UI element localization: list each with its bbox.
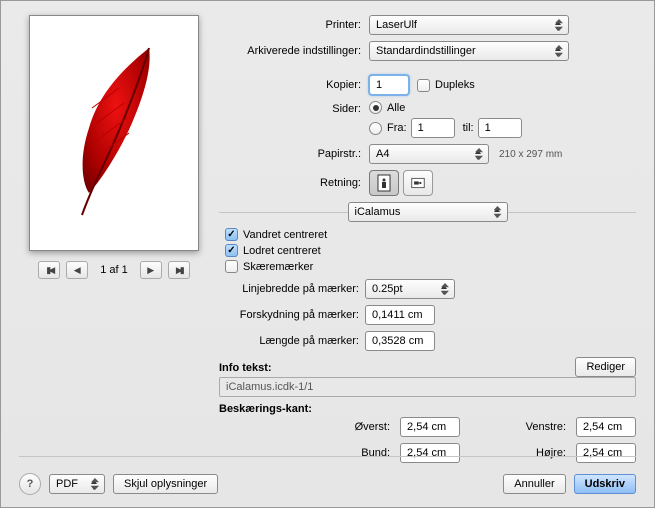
print-button[interactable]: Udskriv [574, 474, 636, 494]
first-page-button[interactable]: ▮◀ [38, 261, 60, 279]
orientation-landscape-button[interactable] [403, 170, 433, 196]
last-page-button[interactable]: ▶▮ [168, 261, 190, 279]
crop-edge-label: Beskærings-kant: [219, 403, 636, 415]
margin-bottom-input[interactable]: 2,54 cm [400, 443, 460, 463]
copies-label: Kopier: [219, 79, 369, 91]
center-v-checkbox[interactable] [225, 244, 238, 257]
print-dialog: ▮◀ ◀ 1 af 1 ▶ ▶▮ Printer: LaserUlf Arkiv… [0, 0, 655, 508]
pages-to-input[interactable]: 1 [478, 118, 522, 138]
info-text-label: Info tekst: [219, 362, 272, 374]
pages-from-input[interactable]: 1 [411, 118, 455, 138]
pages-label: Sider: [219, 101, 369, 115]
preview-pager: ▮◀ ◀ 1 af 1 ▶ ▶▮ [19, 261, 209, 279]
paper-dim: 210 x 297 mm [499, 149, 562, 160]
paper-popup[interactable]: A4 [369, 144, 489, 164]
length-input[interactable]: 0,3528 cm [365, 331, 435, 351]
printer-popup[interactable]: LaserUlf [369, 15, 569, 35]
paper-label: Papirstr.: [219, 148, 369, 160]
next-page-button[interactable]: ▶ [140, 261, 162, 279]
prev-page-button[interactable]: ◀ [66, 261, 88, 279]
presets-label: Arkiverede indstillinger: [219, 45, 369, 57]
center-h-checkbox[interactable] [225, 228, 238, 241]
help-button[interactable]: ? [19, 473, 41, 495]
pages-all-radio[interactable] [369, 101, 382, 114]
cancel-button[interactable]: Annuller [503, 474, 565, 494]
orientation-portrait-button[interactable] [369, 170, 399, 196]
orientation-label: Retning: [219, 177, 369, 189]
hide-details-button[interactable]: Skjul oplysninger [113, 474, 218, 494]
pane-popup[interactable]: iCalamus [348, 202, 508, 222]
offset-input[interactable]: 0,1411 cm [365, 305, 435, 325]
info-text-value: iCalamus.icdk-1/1 [219, 377, 636, 397]
printer-label: Printer: [219, 19, 369, 31]
linewidth-popup[interactable]: 0.25pt [365, 279, 455, 299]
margin-left-input[interactable]: 2,54 cm [576, 417, 636, 437]
edit-info-button[interactable]: Rediger [575, 357, 636, 377]
margin-top-input[interactable]: 2,54 cm [400, 417, 460, 437]
pdf-popup[interactable]: PDF [49, 474, 105, 494]
copies-input[interactable]: 1 [369, 75, 409, 95]
print-preview [29, 15, 199, 251]
margin-right-input[interactable]: 2,54 cm [576, 443, 636, 463]
presets-popup[interactable]: Standardindstillinger [369, 41, 569, 61]
page-count: 1 af 1 [100, 264, 128, 276]
cropmarks-checkbox[interactable] [225, 260, 238, 273]
pages-range-radio[interactable] [369, 122, 382, 135]
duplex-label: Dupleks [435, 79, 475, 91]
duplex-checkbox[interactable] [417, 79, 430, 92]
